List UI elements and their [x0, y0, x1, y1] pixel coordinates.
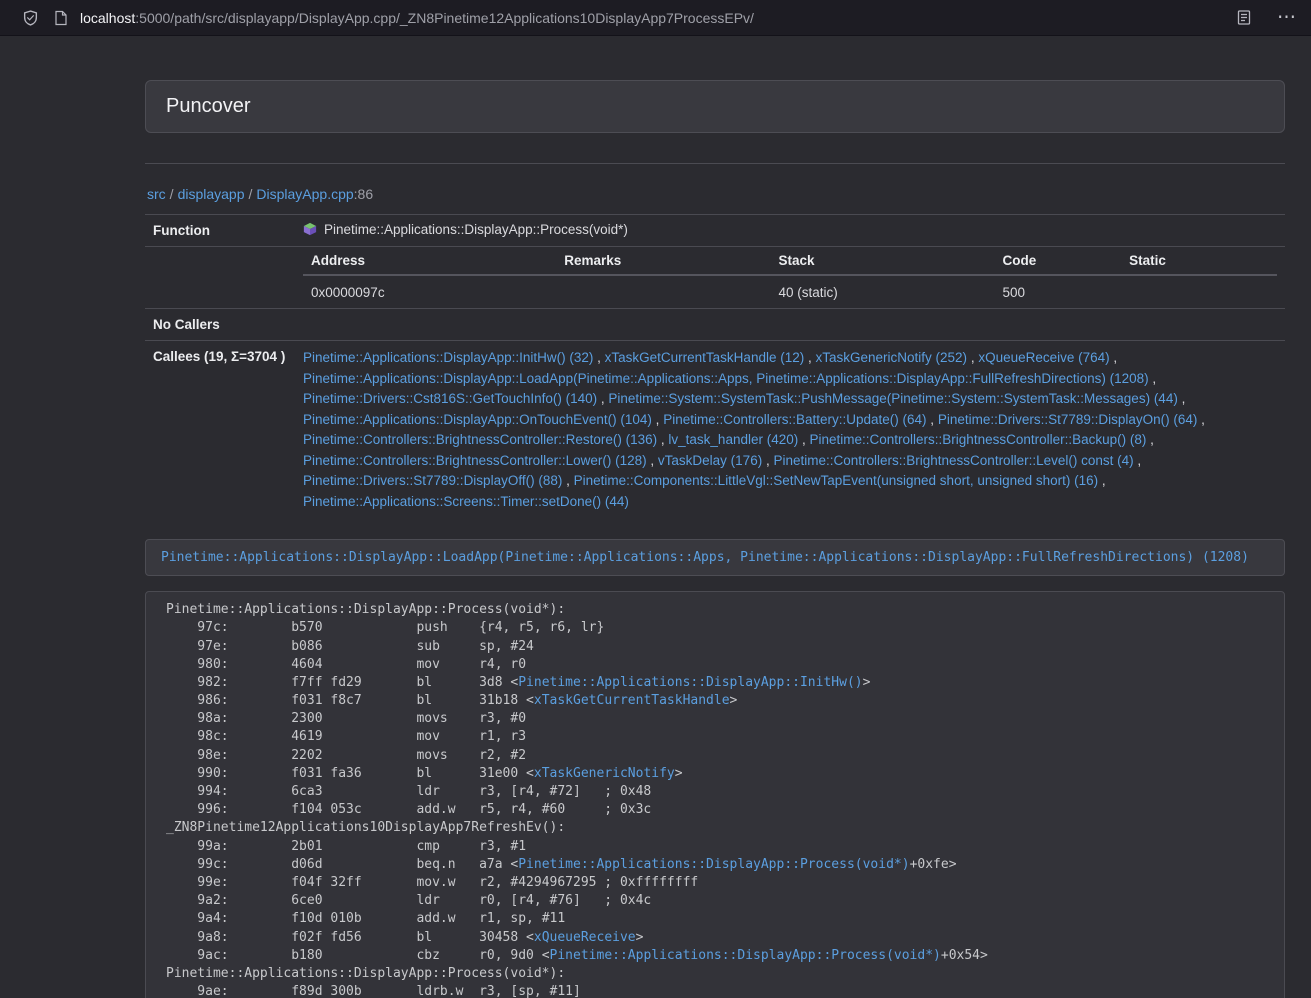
stats-values-row: 0x0000097c 40 (static) 500 [303, 275, 1277, 308]
code-size-value: 500 [995, 275, 1122, 308]
static-value [1121, 275, 1277, 308]
breadcrumb-line-number: :86 [354, 186, 373, 202]
callee-link[interactable]: xTaskGetCurrentTaskHandle (12) [605, 350, 805, 365]
callee-link[interactable]: Pinetime::Applications::DisplayApp::OnTo… [303, 412, 652, 427]
url-host: localhost [80, 10, 135, 26]
callees-row: Callees (19, Σ=3704 ) Pinetime::Applicat… [145, 341, 1285, 520]
reader-view-icon[interactable] [1237, 9, 1251, 26]
callee-link[interactable]: Pinetime::Applications::DisplayApp::Init… [303, 350, 593, 365]
page-header: Puncover [145, 80, 1285, 133]
callee-link[interactable]: xQueueReceive (764) [978, 350, 1109, 365]
callee-link[interactable]: Pinetime::Applications::Screens::Timer::… [303, 494, 629, 509]
callee-link[interactable]: Pinetime::Components::LittleVgl::SetNewT… [574, 473, 1099, 488]
code-symbol-link[interactable]: Pinetime::Applications::DisplayApp::Proc… [518, 857, 909, 872]
callees-label: Callees (19, Σ=3704 ) [145, 341, 295, 520]
col-code: Code [995, 247, 1122, 275]
stats-table: Address Remarks Stack Code Static 0x0000… [303, 247, 1277, 308]
breadcrumb: src/displayapp/DisplayApp.cpp:86 [147, 186, 1285, 202]
address-value: 0x0000097c [303, 275, 556, 308]
url-path: :5000/path/src/displayapp/DisplayApp.cpp… [135, 10, 754, 26]
col-address: Address [303, 247, 556, 275]
code-symbol-link[interactable]: xTaskGetCurrentTaskHandle [534, 693, 730, 708]
callee-link[interactable]: Pinetime::Applications::DisplayApp::Load… [303, 371, 1149, 386]
callee-link[interactable]: Pinetime::Drivers::Cst816S::GetTouchInfo… [303, 391, 597, 406]
page-title: Puncover [166, 95, 1264, 118]
callee-link[interactable]: vTaskDelay (176) [658, 453, 762, 468]
callee-link[interactable]: Pinetime::Controllers::BrightnessControl… [810, 432, 1147, 447]
function-icon [303, 222, 317, 239]
divider [145, 163, 1285, 164]
browser-toolbar: localhost:5000/path/src/displayapp/Displ… [0, 0, 1311, 36]
stats-header-row: Address Remarks Stack Code Static [303, 247, 1277, 275]
callee-link[interactable]: Pinetime::Controllers::Battery::Update()… [663, 412, 926, 427]
callee-link[interactable]: Pinetime::Drivers::St7789::DisplayOff() … [303, 473, 562, 488]
code-symbol-link[interactable]: Pinetime::Applications::DisplayApp::Init… [518, 675, 862, 690]
callee-link[interactable]: Pinetime::Controllers::BrightnessControl… [773, 453, 1133, 468]
shield-icon[interactable] [22, 9, 39, 27]
highlighted-symbol-link[interactable]: Pinetime::Applications::DisplayApp::Load… [161, 550, 1249, 565]
breadcrumb-item-displayapp[interactable]: displayapp [178, 186, 245, 202]
code-symbol-link[interactable]: Pinetime::Applications::DisplayApp::Proc… [550, 948, 941, 963]
page-container: Puncover src/displayapp/DisplayApp.cpp:8… [145, 80, 1285, 998]
highlighted-symbol-heading: Pinetime::Applications::DisplayApp::Load… [145, 539, 1285, 576]
callee-link[interactable]: xTaskGenericNotify (252) [816, 350, 968, 365]
callee-link[interactable]: Pinetime::System::SystemTask::PushMessag… [608, 391, 1177, 406]
stats-row: Address Remarks Stack Code Static 0x0000… [145, 247, 1285, 309]
code-symbol-link[interactable]: xQueueReceive [534, 930, 636, 945]
function-label: Function [145, 215, 295, 247]
breadcrumb-item-file[interactable]: DisplayApp.cpp [256, 186, 353, 202]
col-remarks: Remarks [556, 247, 770, 275]
callee-link[interactable]: Pinetime::Controllers::BrightnessControl… [303, 453, 647, 468]
col-static: Static [1121, 247, 1277, 275]
function-row: Function Pinetime::Applications::Display… [145, 215, 1285, 247]
col-stack: Stack [771, 247, 995, 275]
page-info-icon[interactable] [54, 10, 68, 26]
symbol-table: Function Pinetime::Applications::Display… [145, 214, 1285, 519]
stack-value: 40 (static) [771, 275, 995, 308]
disassembly: Pinetime::Applications::DisplayApp::Proc… [145, 591, 1285, 998]
code-symbol-link[interactable]: xTaskGenericNotify [534, 766, 675, 781]
overflow-menu-icon[interactable]: ⋯ [1277, 8, 1297, 27]
url-bar[interactable]: localhost:5000/path/src/displayapp/Displ… [80, 10, 1237, 26]
breadcrumb-item-src[interactable]: src [147, 186, 166, 202]
callee-link[interactable]: Pinetime::Drivers::St7789::DisplayOn() (… [938, 412, 1198, 427]
remarks-value [556, 275, 770, 308]
breadcrumb-separator: / [249, 186, 253, 202]
function-name: Pinetime::Applications::DisplayApp::Proc… [324, 222, 628, 237]
callee-link[interactable]: lv_task_handler (420) [668, 432, 798, 447]
stats-row-label [145, 247, 295, 309]
callees-list: Pinetime::Applications::DisplayApp::Init… [295, 341, 1285, 520]
no-callers-label: No Callers [145, 309, 295, 341]
no-callers-row: No Callers [145, 309, 1285, 341]
breadcrumb-separator: / [170, 186, 174, 202]
callee-link[interactable]: Pinetime::Controllers::BrightnessControl… [303, 432, 657, 447]
